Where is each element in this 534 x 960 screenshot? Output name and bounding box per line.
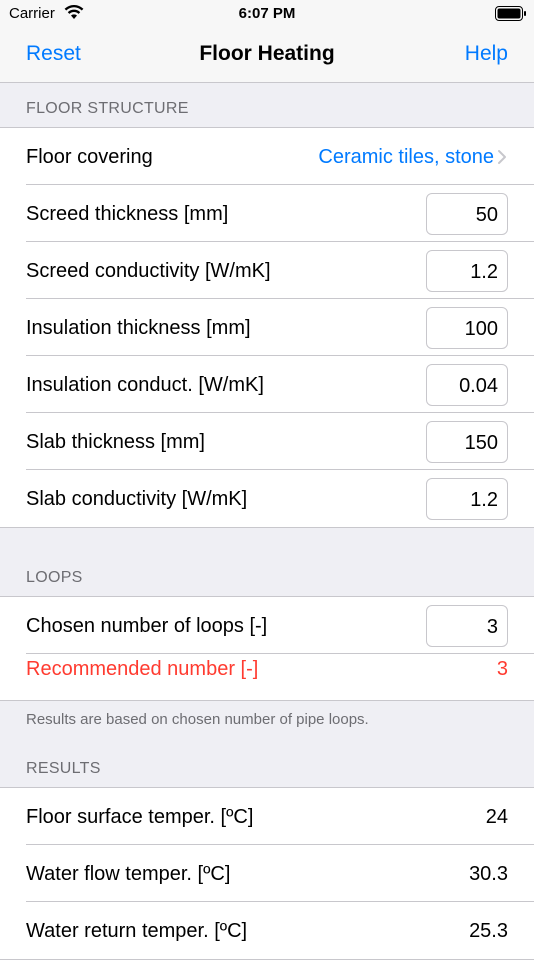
insulation-thickness-row: Insulation thickness [mm] 100 bbox=[0, 299, 534, 356]
chevron-right-icon bbox=[498, 150, 506, 164]
screed-thickness-input[interactable]: 50 bbox=[426, 193, 508, 235]
section-header-floor-structure: FLOOR STRUCTURE bbox=[26, 100, 189, 117]
slab-conductivity-label: Slab conductivity [W/mK] bbox=[26, 488, 248, 510]
section-header-results: RESULTS bbox=[26, 760, 101, 777]
screed-conductivity-input[interactable]: 1.2 bbox=[426, 250, 508, 292]
water-return-temp-label: Water return temper. [ºC] bbox=[26, 920, 248, 942]
floor-covering-value[interactable]: Ceramic tiles, stone bbox=[318, 146, 494, 169]
help-button[interactable]: Help bbox=[465, 42, 508, 66]
clock: 6:07 PM bbox=[238, 5, 296, 22]
floor-surface-temp-label: Floor surface temper. [ºC] bbox=[26, 806, 254, 828]
floor-covering-row[interactable]: Floor covering Ceramic tiles, stone bbox=[0, 128, 534, 185]
section-header-loops: LOOPS bbox=[26, 569, 83, 586]
insulation-thickness-label: Insulation thickness [mm] bbox=[26, 317, 251, 339]
water-flow-temp-label: Water flow temper. [ºC] bbox=[26, 863, 231, 885]
chosen-loops-input[interactable]: 3 bbox=[426, 605, 508, 647]
insulation-conductivity-input[interactable]: 0.04 bbox=[426, 364, 508, 406]
floor-surface-temp-row: Floor surface temper. [ºC] 24 bbox=[0, 788, 534, 845]
floor-surface-temp-value: 24 bbox=[485, 806, 508, 828]
loops-group: Chosen number of loops [-] 3 Recommended… bbox=[0, 596, 534, 701]
results-group: Floor surface temper. [ºC] 24 Water flow… bbox=[0, 787, 534, 960]
page-title: Floor Heating bbox=[199, 42, 335, 65]
slab-conductivity-row: Slab conductivity [W/mK] 1.2 bbox=[0, 470, 534, 527]
slab-thickness-input[interactable]: 150 bbox=[426, 421, 508, 463]
insulation-conductivity-row: Insulation conduct. [W/mK] 0.04 bbox=[0, 356, 534, 413]
screed-thickness-label: Screed thickness [mm] bbox=[26, 203, 229, 225]
loops-footer-note: Results are based on chosen number of pi… bbox=[26, 711, 369, 728]
insulation-conductivity-label: Insulation conduct. [W/mK] bbox=[26, 374, 264, 396]
floor-structure-group: Floor covering Ceramic tiles, stone Scre… bbox=[0, 127, 534, 528]
chosen-loops-row: Chosen number of loops [-] 3 bbox=[0, 597, 534, 654]
recommended-loops-label: Recommended number [-] bbox=[26, 658, 259, 680]
recommended-loops-row: Recommended number [-] 3 bbox=[0, 654, 534, 700]
slab-thickness-label: Slab thickness [mm] bbox=[26, 431, 205, 453]
water-flow-temp-value: 30.3 bbox=[469, 863, 508, 885]
water-flow-temp-row: Water flow temper. [ºC] 30.3 bbox=[0, 845, 534, 902]
screed-thickness-row: Screed thickness [mm] 50 bbox=[0, 185, 534, 242]
slab-thickness-row: Slab thickness [mm] 150 bbox=[0, 413, 534, 470]
screed-conductivity-label: Screed conductivity [W/mK] bbox=[26, 260, 271, 282]
slab-conductivity-input[interactable]: 1.2 bbox=[426, 478, 508, 520]
floor-covering-label: Floor covering bbox=[26, 146, 153, 168]
water-return-temp-value: 25.3 bbox=[469, 920, 508, 942]
battery-icon bbox=[495, 6, 526, 21]
recommended-loops-value: 3 bbox=[496, 658, 508, 680]
status-bar: Carrier 6:07 PM bbox=[0, 0, 534, 28]
screed-conductivity-row: Screed conductivity [W/mK] 1.2 bbox=[0, 242, 534, 299]
navigation-bar: Reset Floor Heating Help bbox=[0, 28, 534, 83]
insulation-thickness-input[interactable]: 100 bbox=[426, 307, 508, 349]
water-return-temp-row: Water return temper. [ºC] 25.3 bbox=[0, 902, 534, 959]
chosen-loops-label: Chosen number of loops [-] bbox=[26, 615, 268, 637]
